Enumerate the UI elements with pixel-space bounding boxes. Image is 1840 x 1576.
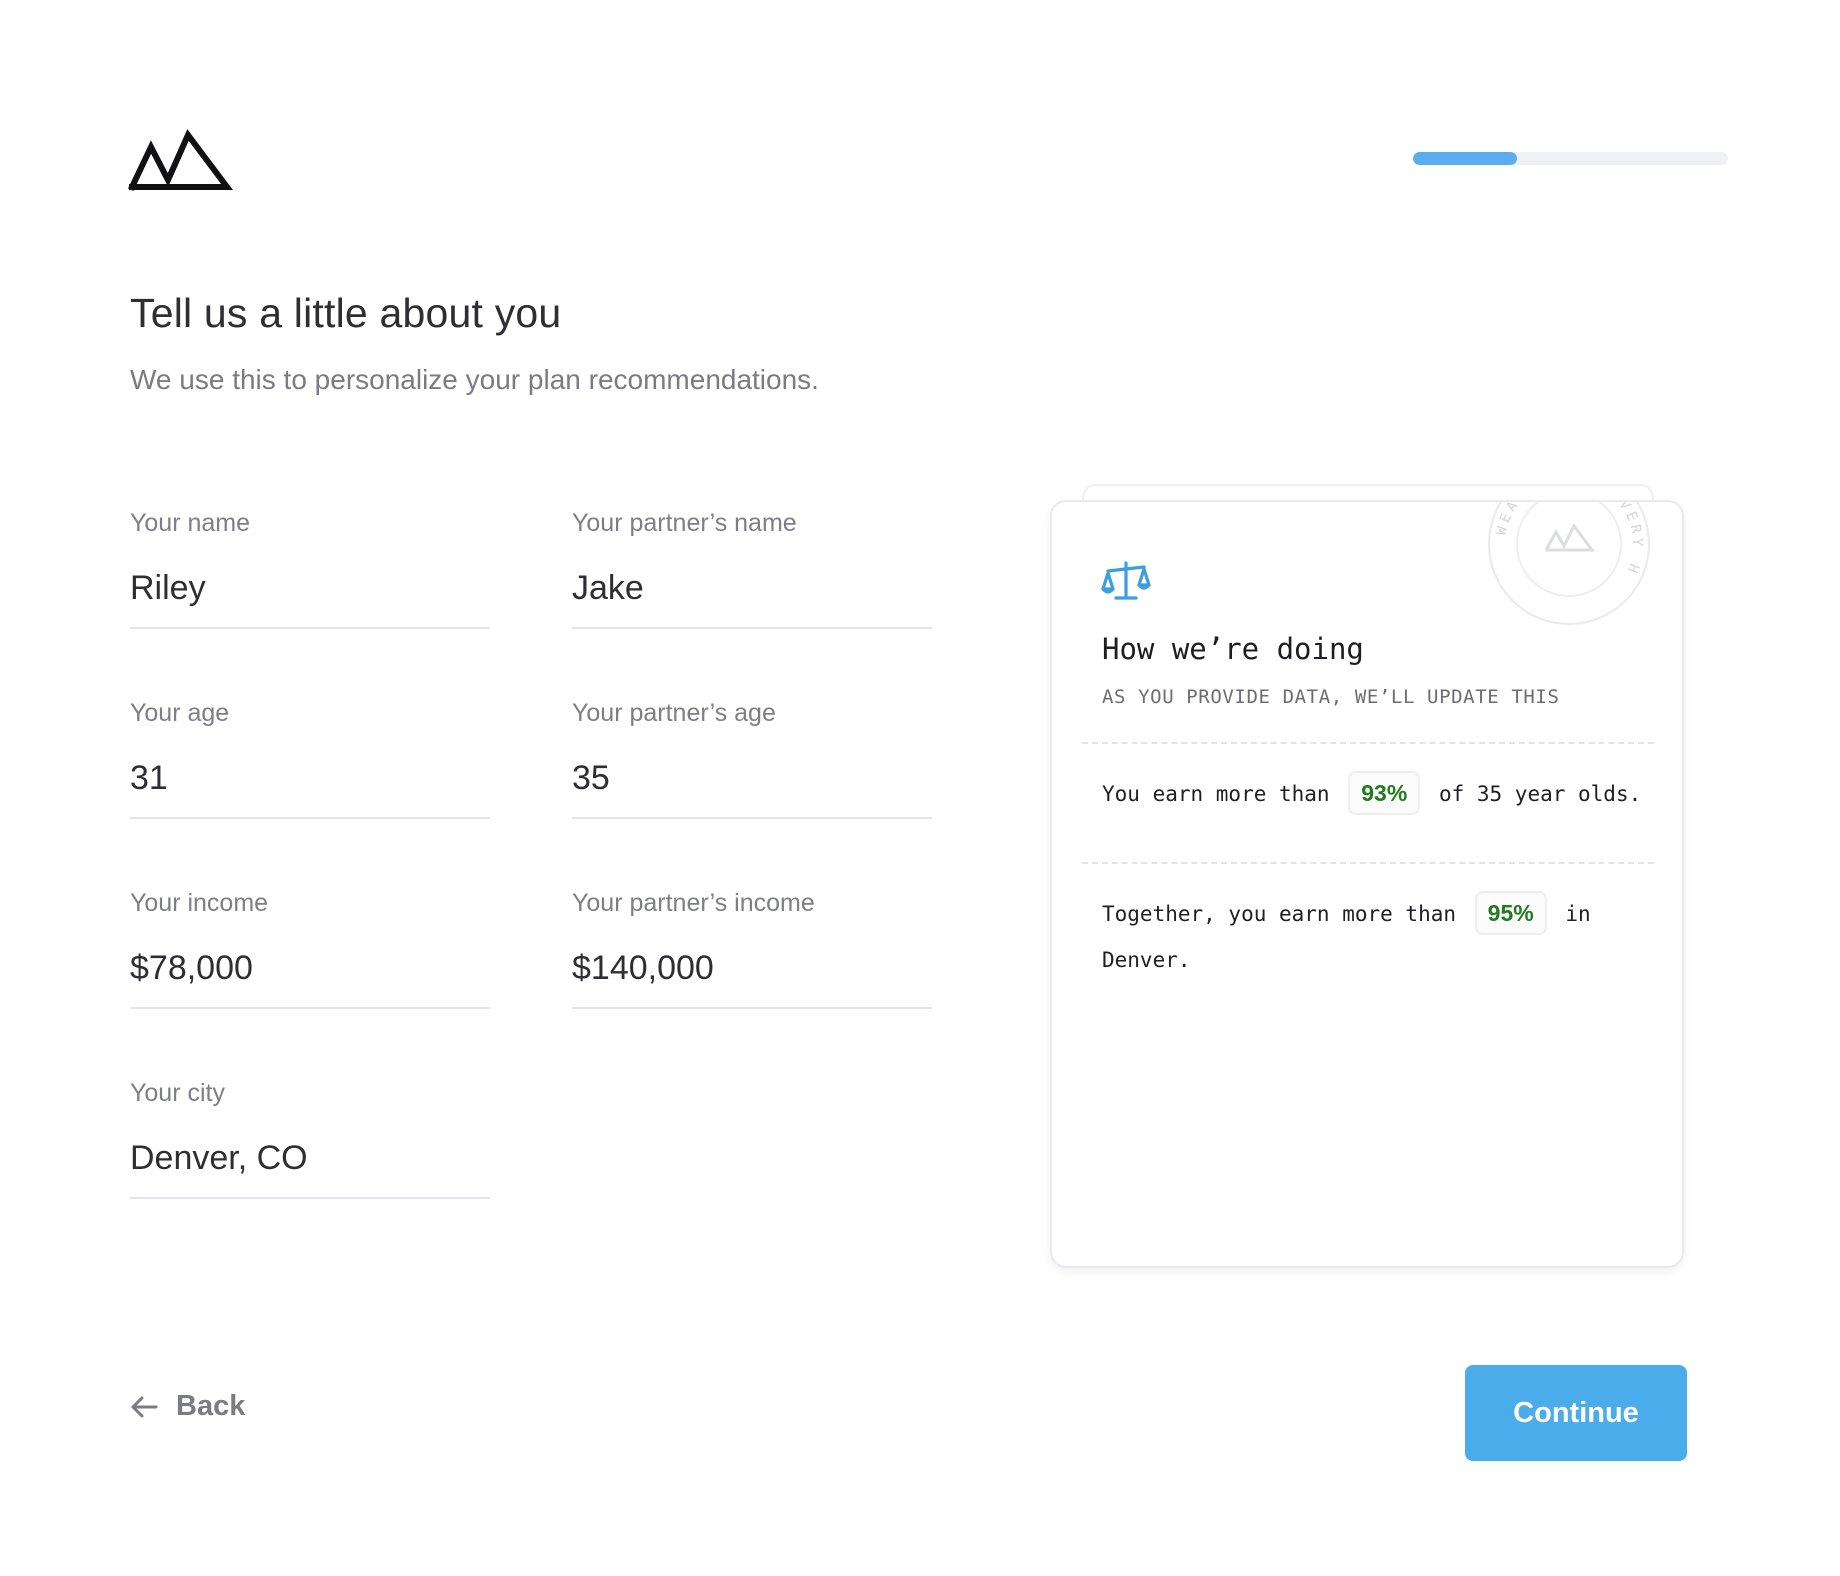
page-subtitle: We use this to personalize your plan rec… [130,364,819,395]
stat-age-text-after: of 35 year olds. [1438,782,1642,806]
card-title: How we’re doing [1102,632,1364,666]
progress-bar-fill [1413,152,1517,165]
back-button[interactable]: Back [130,1390,245,1423]
your-city-input[interactable] [130,1138,490,1199]
your-name-input[interactable] [130,568,490,629]
mountains-logo-icon [128,129,233,191]
arrow-left-icon [131,1396,158,1417]
partner-income-field: Your partner’s income [572,888,932,1009]
stat-city-comparison: Together, you earn more than 95% in Denv… [1102,891,1662,983]
stat-age-comparison: You earn more than 93% of 35 year olds. [1102,771,1662,817]
progress-summary-card: WEALTH FOR EVERY H How we’re doing AS YO… [1050,500,1684,1268]
card-divider [1082,742,1654,744]
scale-icon [1101,561,1151,600]
partner-age-field: Your partner’s age [572,698,932,819]
your-name-label: Your name [130,509,250,537]
partner-age-input[interactable] [572,758,932,819]
card-subtitle: AS YOU PROVIDE DATA, WE’LL UPDATE THIS [1102,686,1560,708]
your-city-field: Your city [130,1078,490,1199]
partner-name-field: Your partner’s name [572,508,932,629]
your-age-field: Your age [130,698,490,819]
partner-name-label: Your partner’s name [572,509,797,537]
wealth-seal-stamp: WEALTH FOR EVERY H [1488,502,1650,625]
progress-bar [1413,152,1728,165]
partner-income-label: Your partner’s income [572,889,815,917]
stat-age-text-before: You earn more than [1102,782,1330,806]
stat-city-text-before: Together, you earn more than [1102,902,1457,926]
continue-button[interactable]: Continue [1465,1365,1687,1461]
partner-name-input[interactable] [572,568,932,629]
your-age-input[interactable] [130,758,490,819]
your-income-field: Your income [130,888,490,1009]
your-city-label: Your city [130,1079,225,1107]
page-title: Tell us a little about you [130,290,562,336]
partner-income-input[interactable] [572,948,932,1009]
card-divider [1082,862,1654,864]
stat-age-percent-badge: 93% [1348,771,1421,815]
back-label: Back [176,1390,246,1422]
your-age-label: Your age [130,699,230,727]
stat-city-percent-badge: 95% [1474,891,1547,935]
your-income-label: Your income [130,889,269,917]
your-name-field: Your name [130,508,490,629]
partner-age-label: Your partner’s age [572,699,776,727]
your-income-input[interactable] [130,948,490,1009]
